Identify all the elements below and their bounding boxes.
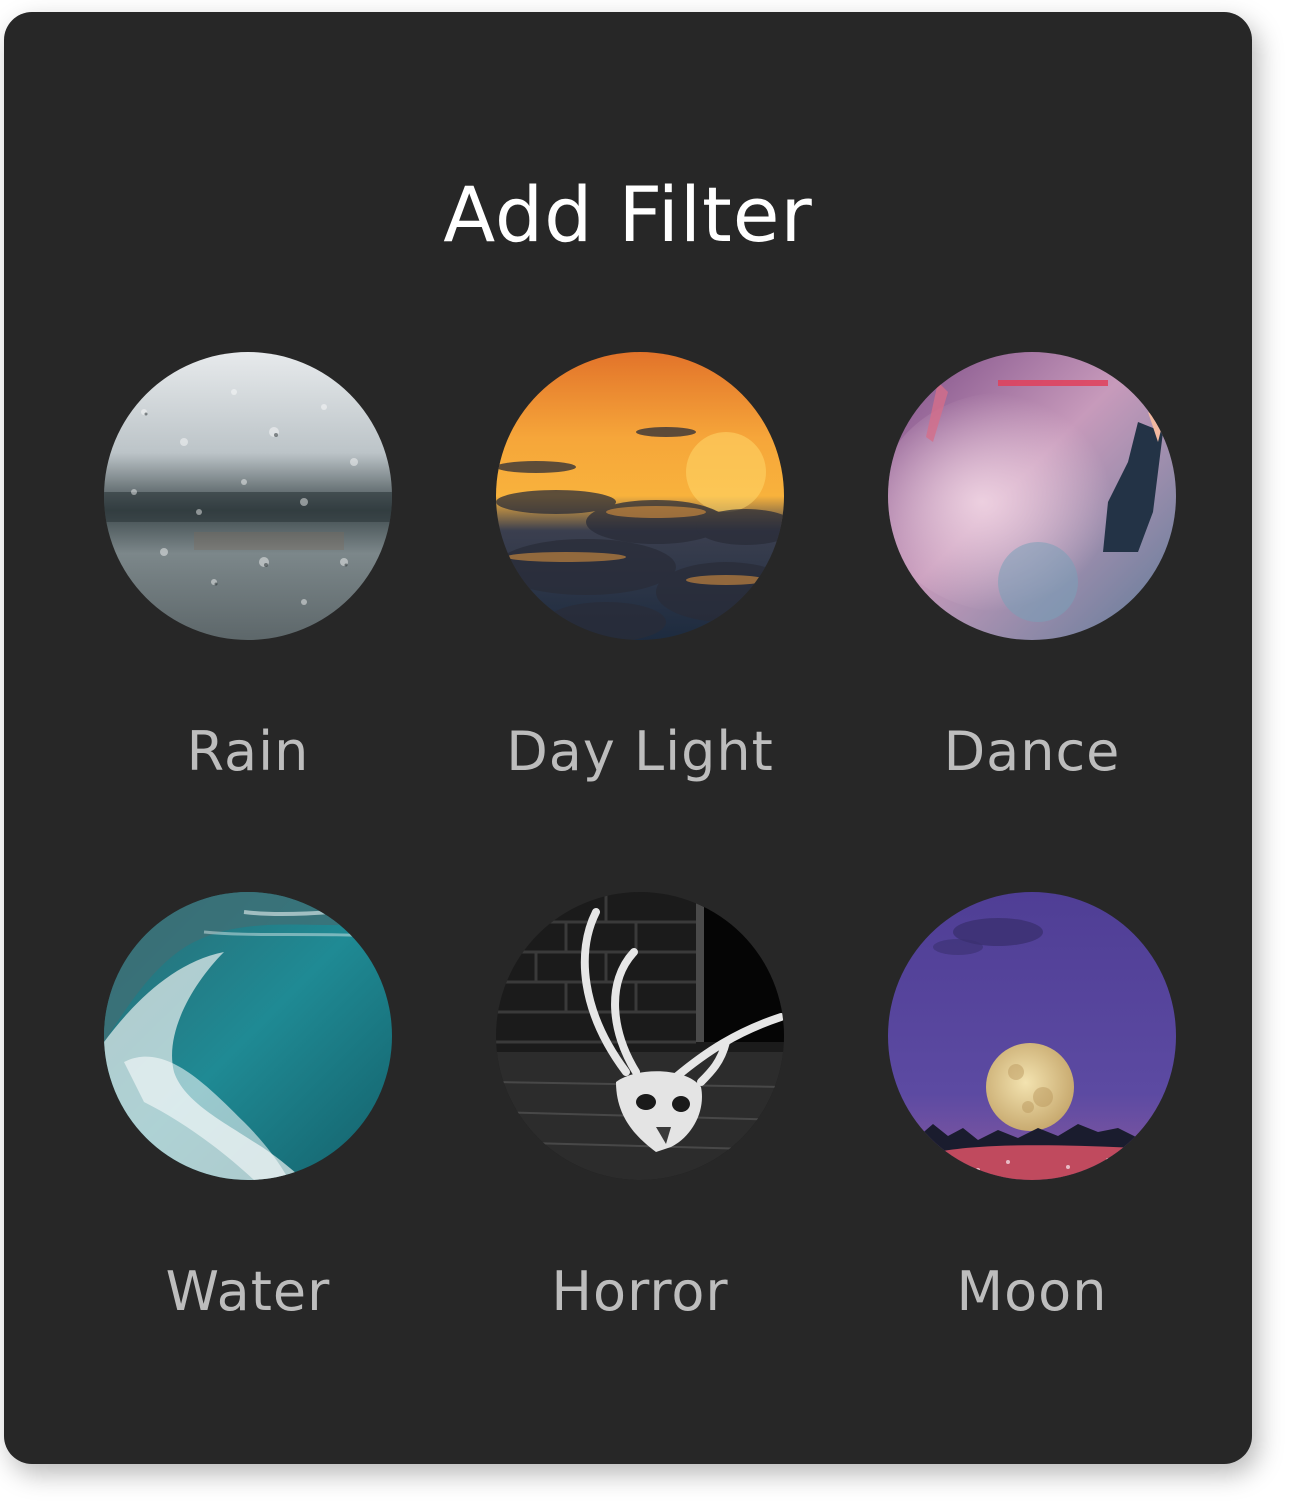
filter-option-moon[interactable]: Moon: [882, 892, 1182, 1362]
water-thumbnail-icon: [104, 892, 392, 1180]
moon-thumbnail-icon: [888, 892, 1176, 1180]
daylight-thumbnail-icon: [496, 352, 784, 640]
horror-thumbnail-icon: [496, 892, 784, 1180]
filter-label-daylight: Day Light: [506, 720, 774, 783]
filter-label-water: Water: [165, 1260, 331, 1323]
filter-label-rain: Rain: [186, 720, 310, 783]
filter-option-daylight[interactable]: Day Light: [490, 352, 790, 822]
add-filter-dialog: Add Filter Rain Day Light Dance Water Ho…: [4, 12, 1252, 1464]
filter-option-rain[interactable]: Rain: [98, 352, 398, 822]
filter-label-horror: Horror: [551, 1260, 729, 1323]
dance-thumbnail-icon: [888, 352, 1176, 640]
filter-option-horror[interactable]: Horror: [490, 892, 790, 1362]
filter-option-water[interactable]: Water: [98, 892, 398, 1362]
rain-thumbnail-icon: [104, 352, 392, 640]
filter-label-moon: Moon: [956, 1260, 1108, 1323]
dialog-title: Add Filter: [443, 170, 813, 259]
filter-label-dance: Dance: [943, 720, 1121, 783]
filter-option-dance[interactable]: Dance: [882, 352, 1182, 822]
